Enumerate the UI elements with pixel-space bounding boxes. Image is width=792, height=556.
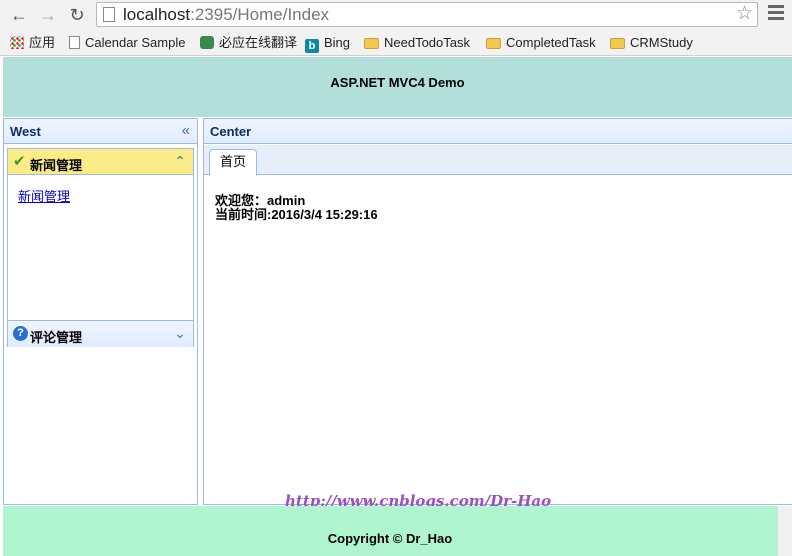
bookmark-needtodotask[interactable]: NeedTodoTask [364,34,470,52]
current-time-text: 当前时间:2016/3/4 15:29:16 [215,207,378,222]
tab-home[interactable]: 首页 [209,149,258,176]
bookmark-label: 必应在线翻译 [219,35,298,50]
accordion-header-comments[interactable]: ? 评论管理 ⌄ [8,321,193,347]
center-panel-title: Center [210,124,252,139]
expand-down-icon[interactable]: ⌄ [174,325,186,342]
forward-arrow-icon[interactable]: → [37,4,59,26]
browser-toolbar: ← → ↻ localhost:2395/Home/Index ☆ [0,0,792,30]
nav-link-news[interactable]: 新闻管理 [18,186,70,205]
folder-icon [364,38,379,49]
bookmark-label: NeedTodoTask [384,35,470,50]
collapse-left-icon[interactable]: « [182,122,190,139]
bookmark-crmstudy[interactable]: CRMStudy [610,34,693,52]
accordion-title: 评论管理 [30,330,83,345]
bookmark-label: CompletedTask [506,35,596,50]
menu-icon[interactable] [768,5,784,23]
bookmark-star-icon[interactable]: ☆ [736,3,753,25]
check-icon: ✔ [13,153,26,170]
bookmark-bing[interactable]: b Bing [305,34,351,53]
folder-icon [486,38,501,49]
copyright-text: Copyright © Dr_Hao [327,531,453,546]
bookmarks-bar: 应用 Calendar Sample 必应在线翻译 b Bing NeedTodo… [0,30,792,56]
bookmark-completedtask[interactable]: CompletedTask [486,34,596,52]
reload-icon[interactable]: ↻ [66,4,88,26]
collapse-up-icon[interactable]: ⌃ [174,153,186,170]
west-panel: West « ✔ 新闻管理 ⌃ 新闻管理 ? 评论管理 ⌄ [3,118,198,505]
bookmark-label: CRMStudy [630,35,693,50]
translate-icon [200,36,214,49]
west-panel-header: West « [4,119,197,144]
page-icon [69,36,80,49]
accordion-comments: ? 评论管理 ⌄ [7,320,194,347]
center-panel-header: Center [204,119,792,144]
url-path: :2395/Home/Index [190,5,330,24]
apps-icon [10,36,24,49]
url-host: localhost [123,5,191,24]
back-arrow-icon[interactable]: ← [8,4,30,26]
bookmark-label: 应用 [29,35,56,50]
app-footer: Copyright © Dr_Hao [3,506,777,556]
folder-icon [610,38,625,49]
app-header: ASP.NET MVC4 Demo [3,57,792,117]
west-panel-title: West [10,124,41,139]
accordion-body-news: 新闻管理 [8,175,193,319]
url-text[interactable]: localhost:2395/Home/Index [123,5,329,25]
app-title: ASP.NET MVC4 Demo [330,75,465,90]
help-icon: ? [13,326,28,341]
accordion-title: 新闻管理 [30,158,83,173]
welcome-text: 欢迎您：admin [215,193,306,208]
accordion-news: ✔ 新闻管理 ⌃ 新闻管理 [7,148,194,346]
home-content: 欢迎您：admin 当前时间:2016/3/4 15:29:16 [215,194,378,222]
bookmark-calendar-sample[interactable]: Calendar Sample [69,34,185,52]
bookmark-label: Bing [324,35,351,50]
center-panel: Center 首页 欢迎您：admin 当前时间:2016/3/4 15:29:… [203,118,792,505]
bookmark-apps[interactable]: 应用 [10,34,55,52]
tabs-bar: 首页 [204,145,792,176]
bookmark-label: Calendar Sample [85,35,186,50]
bing-icon: b [305,39,319,53]
page-icon [103,7,115,22]
address-bar[interactable]: localhost:2395/Home/Index ☆ [96,2,758,27]
scrollbar[interactable] [777,506,792,556]
accordion-header-news[interactable]: ✔ 新闻管理 ⌃ [8,149,193,175]
bookmark-translate[interactable]: 必应在线翻译 [200,34,297,52]
